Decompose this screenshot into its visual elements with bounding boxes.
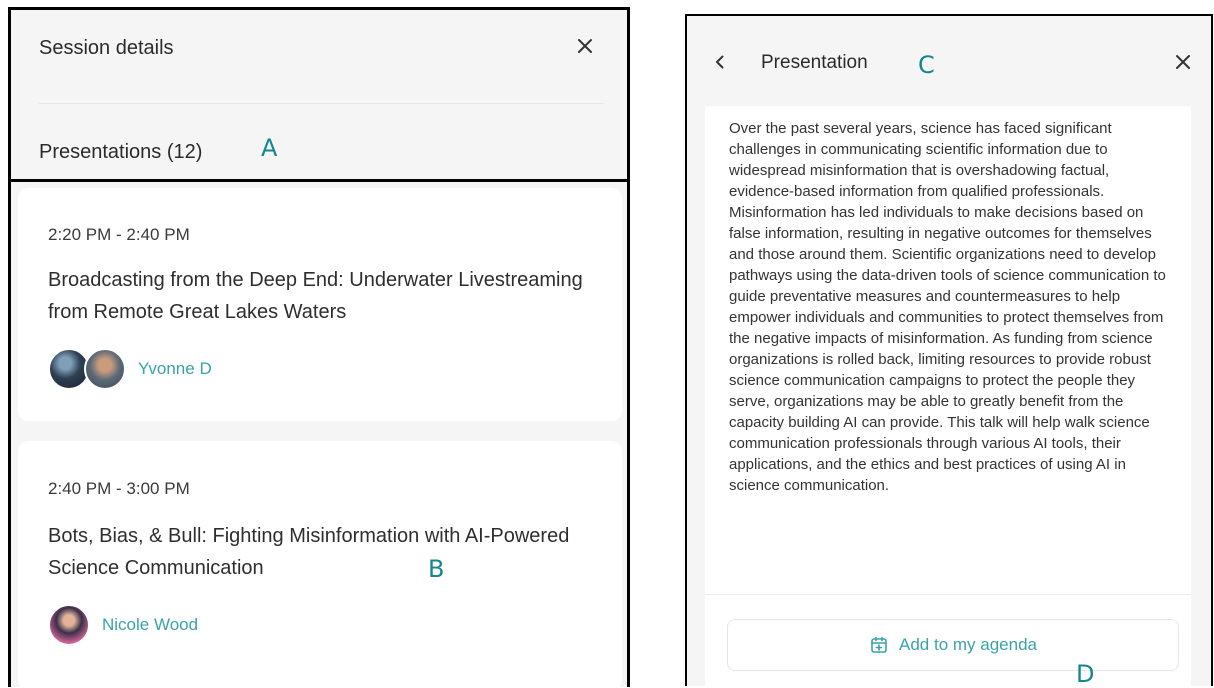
speaker-row: Nicole Wood	[48, 604, 198, 646]
close-button[interactable]	[1169, 48, 1197, 76]
avatar[interactable]	[48, 604, 90, 646]
presentation-title: Broadcasting from the Deep End: Underwat…	[48, 269, 583, 323]
presentation-detail-panel: Presentation Over the past several years…	[685, 14, 1213, 688]
back-chevron-icon	[716, 55, 724, 69]
header-divider	[39, 103, 604, 104]
panel-title: Session details	[39, 37, 174, 59]
panel-footer: Add to my agenda	[705, 594, 1191, 688]
back-button[interactable]	[707, 48, 733, 76]
close-icon	[578, 39, 592, 53]
section-divider	[11, 179, 627, 182]
calendar-add-icon	[871, 636, 887, 653]
speaker-row: Yvonne D	[48, 348, 212, 390]
annotation-label-c: C	[918, 51, 935, 79]
add-to-agenda-label: Add to my agenda	[899, 635, 1037, 654]
add-to-agenda-button[interactable]: Add to my agenda	[727, 619, 1179, 671]
close-icon	[1176, 55, 1190, 69]
presentations-heading: Presentations (12)	[39, 141, 203, 163]
presentation-description-area[interactable]: Over the past several years, science has…	[705, 106, 1191, 594]
presentation-card[interactable]: 2:40 PM - 3:00 PM Bots, Bias, & Bull: Fi…	[18, 441, 622, 687]
presentation-description: Over the past several years, science has…	[729, 120, 1166, 494]
close-button[interactable]	[571, 32, 599, 60]
annotation-label-a: A	[261, 134, 278, 162]
presentation-time: 2:40 PM - 3:00 PM	[48, 479, 190, 498]
speaker-link[interactable]: Nicole Wood	[102, 615, 198, 635]
speaker-link[interactable]: Yvonne D	[138, 359, 212, 379]
presentation-time: 2:20 PM - 2:40 PM	[48, 225, 190, 244]
annotation-label-b: B	[428, 555, 445, 583]
session-details-header: Session details Presentations (12)	[11, 10, 627, 182]
session-details-panel: Session details Presentations (12) 2:20 …	[8, 7, 630, 687]
annotation-label-d: D	[1076, 660, 1095, 688]
presentation-card[interactable]: 2:20 PM - 2:40 PM Broadcasting from the …	[18, 188, 622, 421]
panel-title: Presentation	[761, 52, 868, 73]
presentation-title: Bots, Bias, & Bull: Fighting Misinformat…	[48, 525, 570, 579]
avatar[interactable]	[84, 348, 126, 390]
